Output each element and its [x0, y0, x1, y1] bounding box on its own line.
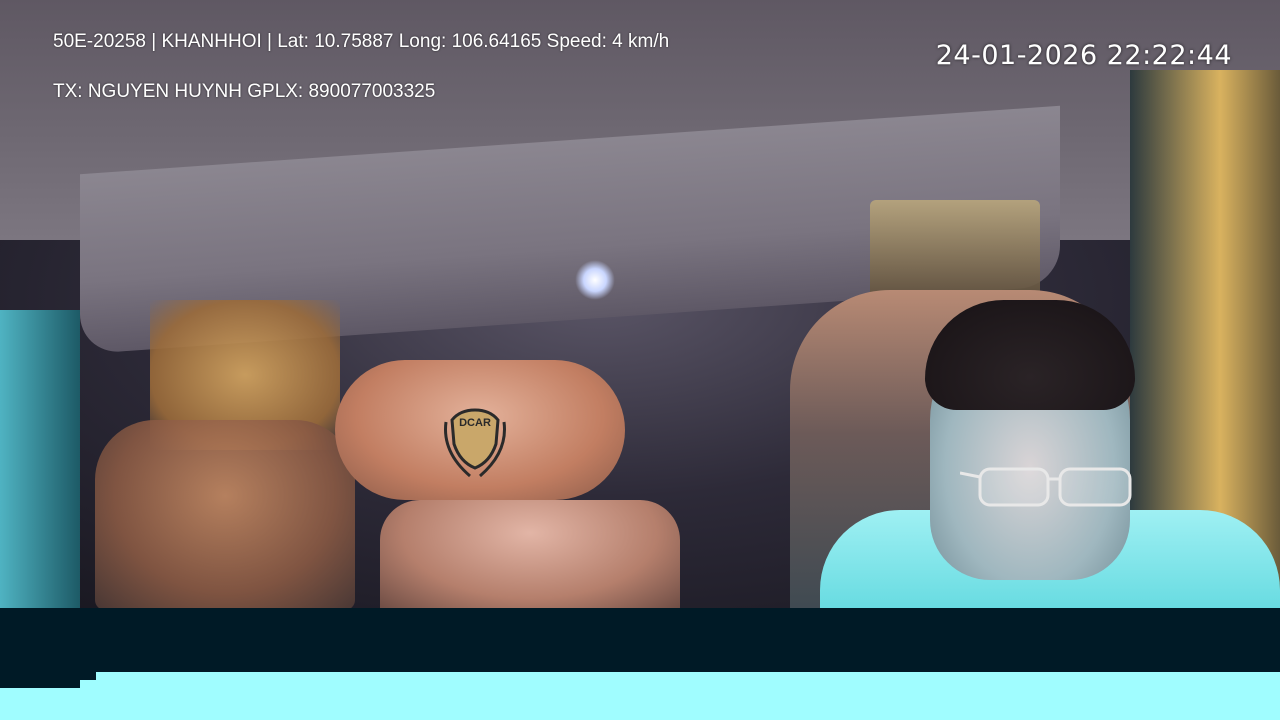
driver-info-overlay: TX: NGUYEN HUYNH GPLX: 890077003325 [53, 81, 436, 102]
left-window [0, 310, 80, 610]
bottom-cyan-strip [96, 672, 1280, 720]
bottom-cyan-strip-left [0, 688, 96, 720]
bottom-cyan-step [80, 680, 96, 688]
driver-hair [925, 300, 1135, 410]
vehicle-info-overlay: 50E-20258 | KHANHHOI | Lat: 10.75887 Lon… [53, 31, 670, 52]
rear-window [870, 200, 1040, 300]
passenger-seat-middle [380, 500, 680, 610]
passenger-seat-left [95, 420, 355, 610]
cabin-light [575, 260, 615, 300]
logo-text: DCAR [459, 417, 491, 429]
dcar-logo-icon: DCAR [444, 408, 506, 478]
eyeglasses-icon [960, 467, 1132, 507]
dashcam-frame: DCAR 50E-20258 | KHANHHOI | Lat: 10.7588… [0, 0, 1280, 720]
bottom-dark-band [0, 608, 1280, 672]
timestamp-overlay: 24-01-2026 22:22:44 [935, 40, 1232, 71]
